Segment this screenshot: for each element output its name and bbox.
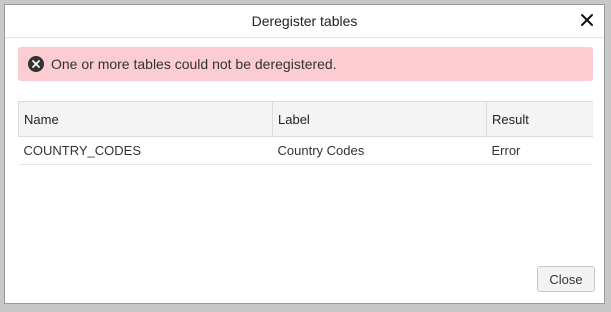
cell-name: COUNTRY_CODES xyxy=(18,136,273,165)
alert-message: One or more tables could not be deregist… xyxy=(51,56,337,72)
deregister-dialog: Deregister tables One or more tables cou… xyxy=(4,4,605,304)
error-alert: One or more tables could not be deregist… xyxy=(18,47,593,81)
table-header-row: Name Label Result xyxy=(18,101,593,137)
results-table: Name Label Result COUNTRY_CODES Country … xyxy=(18,101,593,165)
cell-result: Error xyxy=(486,136,593,165)
dialog-titlebar: Deregister tables xyxy=(5,5,604,38)
column-header-label[interactable]: Label xyxy=(272,101,487,137)
close-icon[interactable] xyxy=(578,11,596,29)
close-button[interactable]: Close xyxy=(537,266,595,292)
error-circle-icon xyxy=(28,56,44,72)
cell-label: Country Codes xyxy=(272,136,487,165)
column-header-name[interactable]: Name xyxy=(18,101,273,137)
column-header-result[interactable]: Result xyxy=(486,101,593,137)
dialog-title: Deregister tables xyxy=(251,13,358,29)
table-row[interactable]: COUNTRY_CODES Country Codes Error xyxy=(18,136,593,165)
